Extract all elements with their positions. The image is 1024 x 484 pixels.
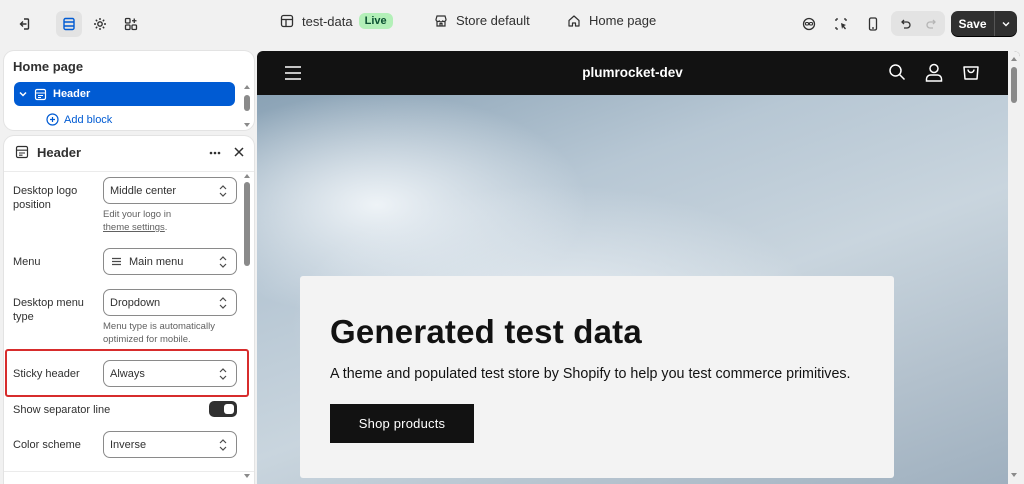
section-tree-panel: Home page Header Add block (4, 51, 254, 130)
sticky-header-select[interactable]: Always (103, 360, 237, 387)
theme-settings-icon[interactable] (87, 11, 113, 37)
store-icon (435, 14, 447, 27)
store-selector[interactable]: Store default (434, 13, 530, 28)
select-value: Inverse (110, 438, 147, 451)
save-button[interactable]: Save (951, 11, 1017, 36)
layout-icon (280, 14, 294, 28)
help-text: . (164, 222, 168, 233)
settings-scrollbar[interactable] (243, 172, 251, 484)
live-badge: Live (358, 13, 393, 29)
hero-title: Generated test data (330, 313, 642, 350)
settings-scroll-thumb[interactable] (244, 182, 250, 266)
header-section-icon (15, 145, 29, 159)
scroll-up-icon[interactable] (1010, 55, 1018, 63)
help-text: Menu type is automatically (103, 321, 215, 332)
select-caret-icon (219, 439, 227, 451)
section-settings-panel: Header Desktop logo position Middle cent… (4, 136, 254, 484)
label-line: Desktop menu (13, 297, 84, 309)
label-line: type (13, 311, 34, 323)
color-scheme-label: Color scheme (13, 439, 81, 451)
select-caret-icon (219, 185, 227, 197)
select-value: Always (110, 367, 145, 380)
save-label: Save (958, 16, 987, 31)
select-caret-icon (219, 368, 227, 380)
add-block-label: Add block (64, 113, 113, 126)
menu-label: Menu (13, 256, 41, 268)
preview-scrollbar[interactable] (1008, 51, 1020, 484)
inspector-icon[interactable] (796, 11, 822, 37)
search-icon[interactable] (888, 63, 906, 81)
mobile-preview-icon[interactable] (860, 11, 886, 37)
add-block-button[interactable]: Add block (46, 113, 112, 126)
sections-icon[interactable] (56, 11, 82, 37)
scroll-down-icon[interactable] (243, 472, 251, 480)
select-caret-icon (219, 256, 227, 268)
header-section-icon (34, 88, 47, 100)
separator-line-label: Show separator line (13, 404, 111, 416)
hero-subtitle: A theme and populated test store by Shop… (330, 366, 851, 382)
account-icon[interactable] (925, 63, 943, 82)
color-scheme-select[interactable]: Inverse (103, 431, 237, 458)
select-value: Main menu (129, 255, 184, 268)
menu-type-help: Menu type is automatically optimized for… (103, 320, 215, 346)
theme-name: test-data (302, 13, 353, 29)
hero-banner: Generated test data A theme and populate… (257, 95, 1008, 484)
theme-selector[interactable]: test-data Live (280, 13, 393, 29)
editor-topbar: test-data Live Store default Home page S… (0, 0, 1024, 47)
redo-icon[interactable] (918, 11, 945, 36)
store-preview: plumrocket-dev Generated test data A the… (257, 51, 1020, 484)
hero-card: Generated test data A theme and populate… (300, 276, 894, 478)
chevron-down-icon[interactable] (18, 89, 28, 99)
help-text: optimized for mobile. (103, 334, 191, 345)
tree-scroll-thumb[interactable] (244, 95, 250, 111)
save-options-chevron-icon[interactable] (994, 11, 1017, 36)
menu-select[interactable]: Main menu (103, 248, 237, 275)
logo-position-label: Desktop logo position (13, 184, 77, 212)
apps-icon[interactable] (118, 11, 144, 37)
theme-settings-link[interactable]: theme settings (103, 222, 165, 233)
scroll-down-icon[interactable] (1010, 471, 1018, 479)
cart-icon[interactable] (962, 63, 980, 81)
scroll-up-icon[interactable] (243, 83, 251, 91)
select-caret-icon (219, 297, 227, 309)
divider (4, 171, 254, 172)
home-icon (568, 14, 580, 27)
select-value: Middle center (110, 184, 177, 197)
menu-type-label: Desktop menu type (13, 296, 84, 324)
store-header: plumrocket-dev (257, 51, 1020, 95)
select-value: Dropdown (110, 296, 161, 309)
label-line: position (13, 199, 51, 211)
scroll-up-icon[interactable] (243, 172, 251, 180)
separator-line-toggle[interactable] (209, 401, 237, 417)
exit-icon[interactable] (10, 11, 36, 37)
logo-position-select[interactable]: Middle center (103, 177, 237, 204)
toggle-knob (224, 404, 234, 414)
undo-icon[interactable] (891, 11, 918, 36)
tree-item-header[interactable]: Header (14, 82, 235, 106)
logo-position-help: Edit your logo in theme settings. (103, 208, 171, 234)
scroll-down-icon[interactable] (243, 121, 251, 129)
close-icon[interactable] (232, 145, 246, 159)
tree-title: Home page (13, 59, 84, 74)
shop-products-button[interactable]: Shop products (330, 404, 474, 443)
tree-scrollbar[interactable] (243, 83, 251, 129)
divider (4, 471, 254, 472)
menu-type-select[interactable]: Dropdown (103, 289, 237, 316)
tree-item-label: Header (53, 88, 91, 100)
label-line: Desktop logo (13, 185, 78, 197)
help-text: Edit your logo in (103, 209, 172, 220)
settings-header: Header (4, 136, 254, 168)
menu-list-icon (112, 257, 121, 266)
select-element-icon[interactable] (828, 11, 854, 37)
preview-scroll-thumb[interactable] (1011, 67, 1017, 103)
store-label: Store default (456, 13, 530, 28)
more-options-icon[interactable] (208, 146, 222, 160)
sticky-header-label: Sticky header (13, 368, 80, 380)
page-selector[interactable]: Home page (567, 13, 656, 28)
settings-title: Header (37, 145, 82, 160)
undo-redo-group (891, 11, 945, 36)
plus-circle-icon (46, 113, 59, 126)
page-label: Home page (589, 13, 657, 28)
